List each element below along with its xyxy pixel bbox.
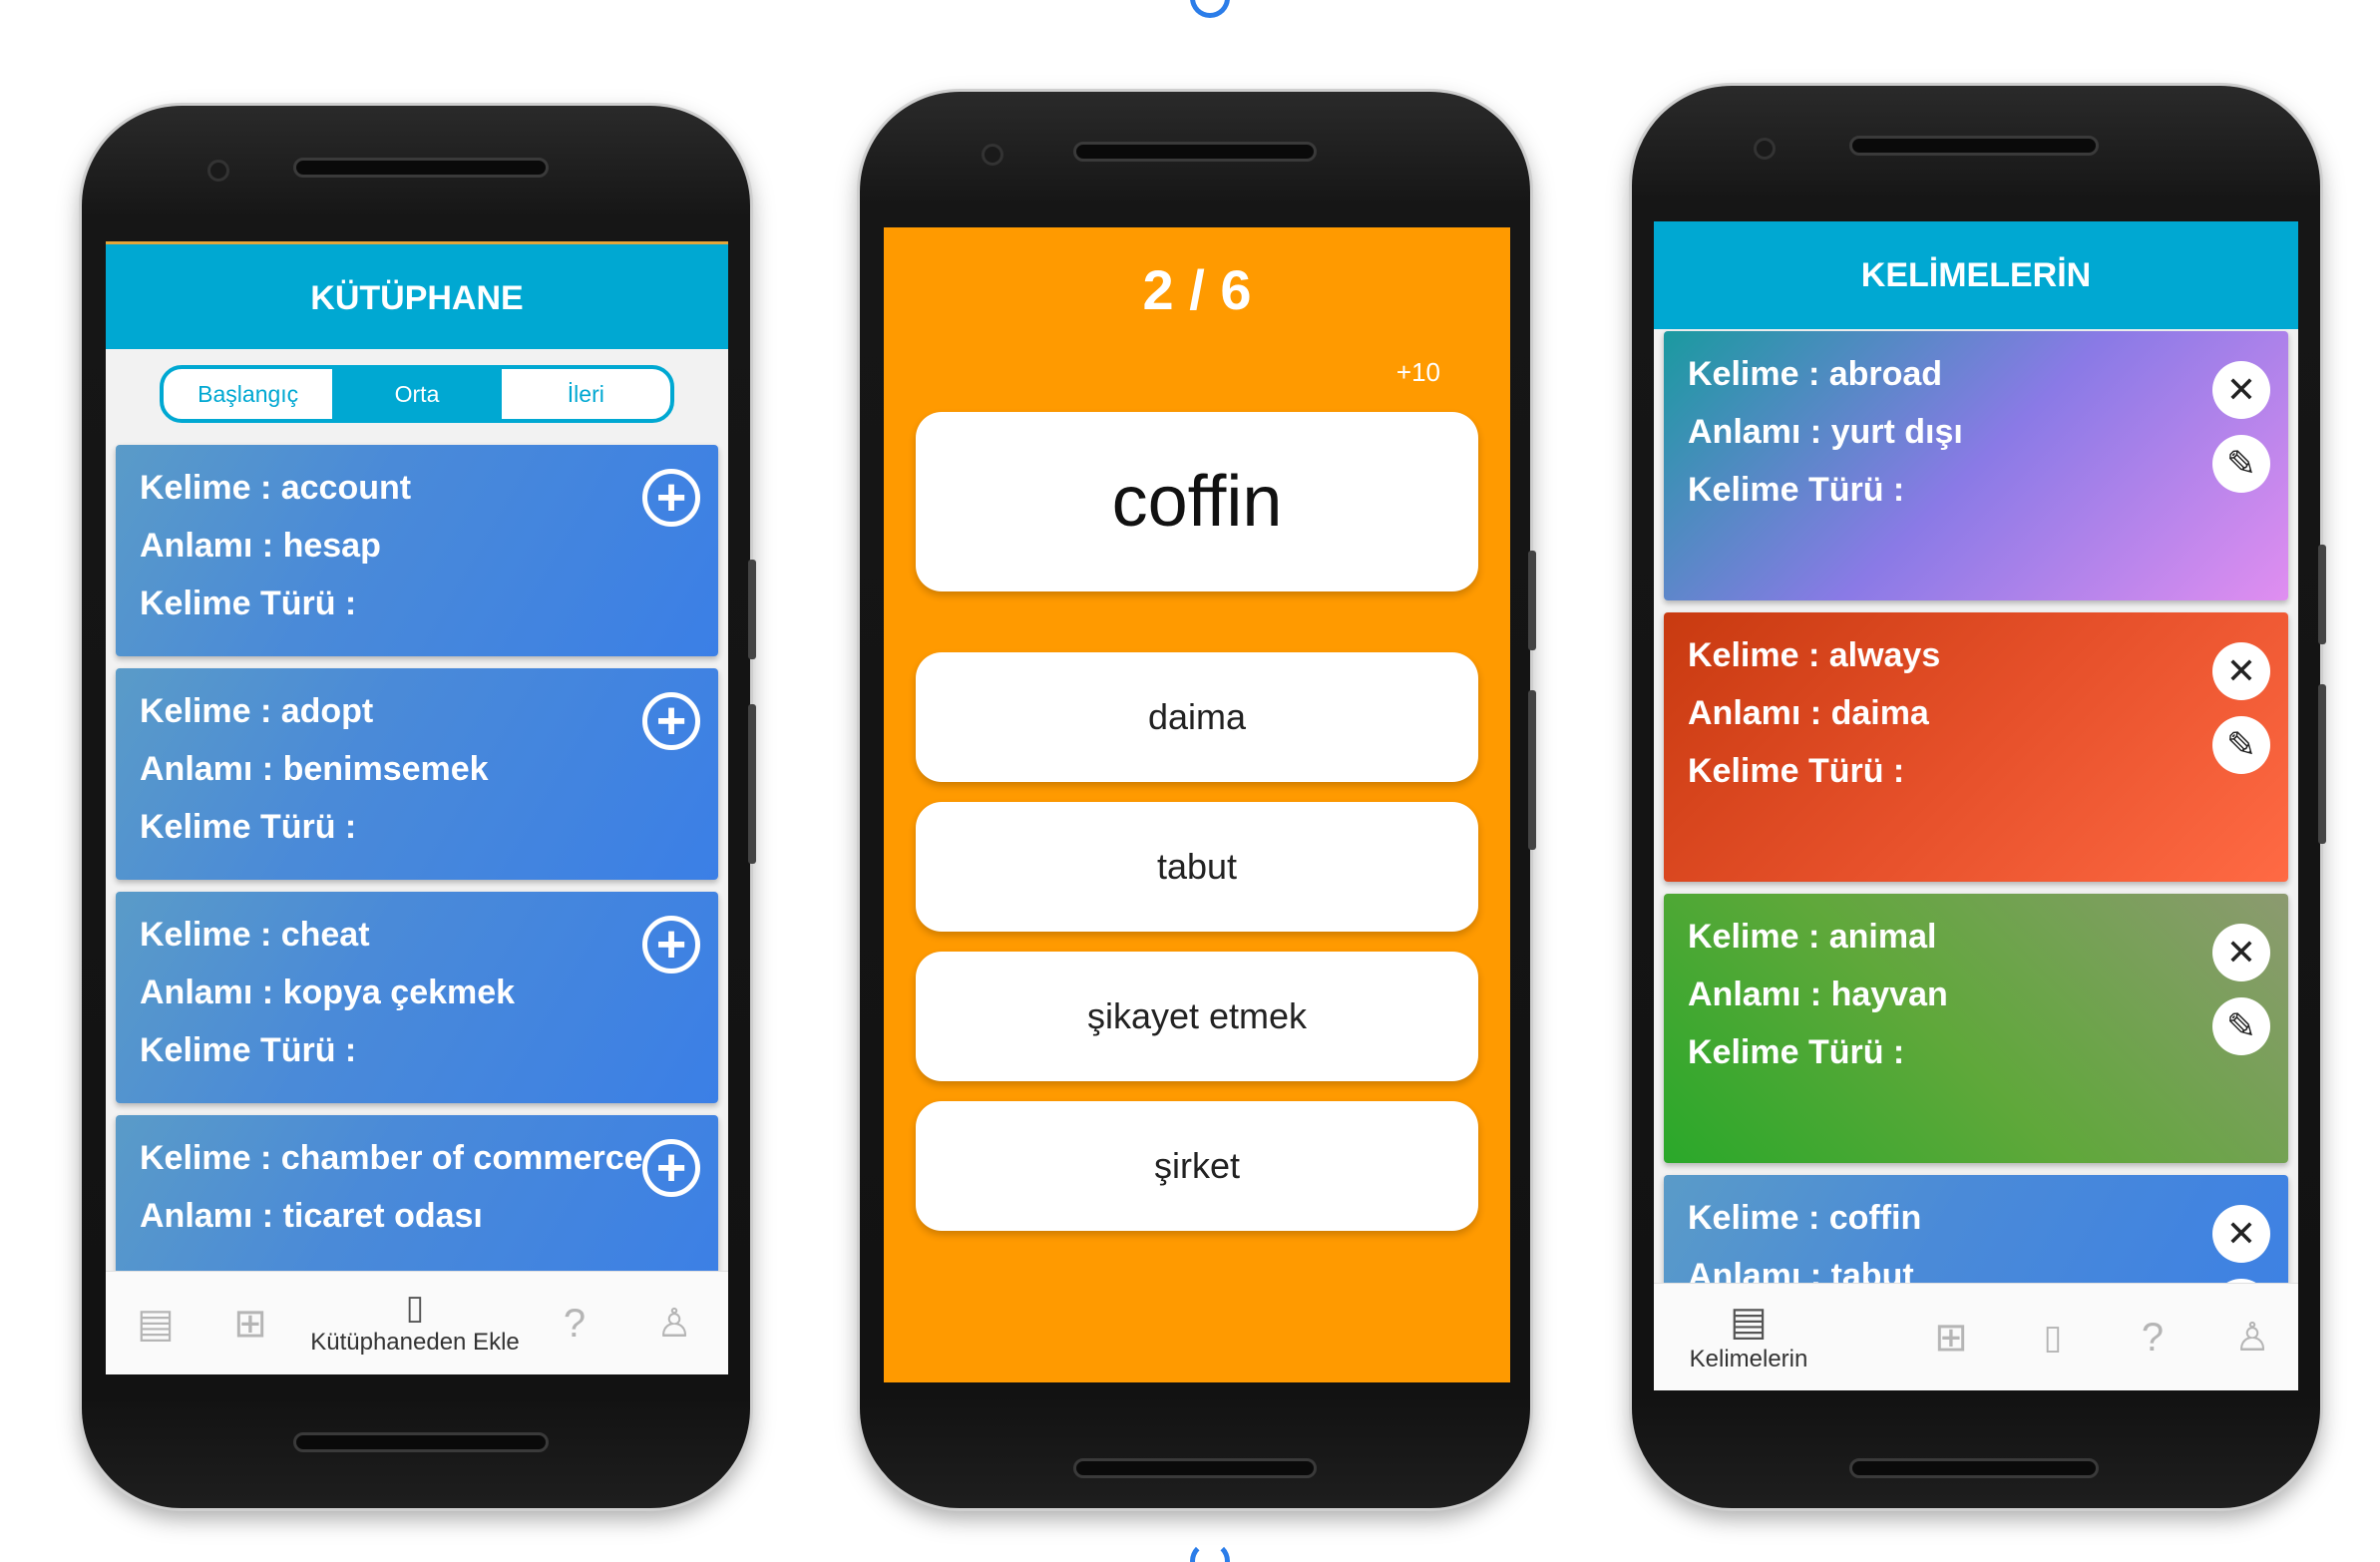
delete-word-button[interactable]: ✕ — [2212, 924, 2270, 981]
bottom-speaker — [1073, 1458, 1317, 1478]
front-camera — [1754, 138, 1776, 160]
list-icon: ▤ — [1730, 1299, 1768, 1344]
book-icon: ▯ — [405, 1288, 425, 1327]
level-selector: Başlangıç Orta İleri — [160, 365, 674, 423]
user-icon: ♙ — [2234, 1315, 2270, 1360]
earpiece-speaker — [293, 158, 549, 178]
delete-word-button[interactable]: ✕ — [2212, 1205, 2270, 1263]
add-word-button[interactable]: + — [642, 1139, 700, 1197]
word-label: Kelime : always — [1688, 636, 1941, 674]
meaning-label: Anlamı : ticaret odası — [140, 1197, 483, 1235]
word-label: Kelime : cheat — [140, 916, 370, 954]
word-type-label: Kelime Türü : — [1688, 752, 1905, 790]
phone-my-words: KELİMELERİN Kelime : abroad Anlamı : yur… — [1632, 86, 2326, 1508]
library-screen: KÜTÜPHANE Başlangıç Orta İleri Kelime : … — [106, 241, 728, 1374]
word-type-label: Kelime Türü : — [140, 1031, 357, 1069]
meaning-label: Anlamı : kopya çekmek — [140, 974, 516, 1011]
nav-help[interactable]: ? — [2123, 1284, 2182, 1390]
meaning-label: Anlamı : hayvan — [1688, 976, 1948, 1013]
word-card: Kelime : account Anlamı : hesap Kelime T… — [116, 445, 718, 656]
front-camera — [207, 160, 229, 182]
nav-profile[interactable]: ♙ — [2222, 1284, 2282, 1390]
side-button — [1528, 551, 1536, 650]
answer-option[interactable]: daima — [916, 652, 1478, 782]
page-title: KÜTÜPHANE — [106, 241, 728, 349]
word-type-label: Kelime Türü : — [140, 585, 357, 622]
word-type-label: Kelime Türü : — [140, 808, 357, 846]
word-label: Kelime : account — [140, 469, 412, 507]
side-button — [748, 560, 756, 659]
nav-library[interactable]: ▯ — [2023, 1284, 2083, 1390]
meaning-label: Anlamı : yurt dışı — [1688, 413, 1963, 451]
word-type-label: Kelime Türü : — [1688, 471, 1905, 509]
loading-spinner-bottom — [1190, 1541, 1230, 1562]
delete-word-button[interactable]: ✕ — [2212, 361, 2270, 419]
add-box-icon: ⊞ — [233, 1301, 267, 1346]
nav-library[interactable]: ▯ Kütüphaneden Ekle — [305, 1272, 525, 1374]
word-card: Kelime : cheat Anlamı : kopya çekmek Kel… — [116, 892, 718, 1103]
question-word: coffin — [916, 412, 1478, 591]
meaning-label: Anlamı : benimsemek — [140, 750, 489, 788]
question-progress: 2 / 6 — [1142, 258, 1252, 321]
tab-beginner[interactable]: Başlangıç — [164, 369, 332, 419]
quiz-screen: 2 / 6 +10 coffin daima tabut şikayet etm… — [884, 227, 1510, 1382]
answer-option[interactable]: şikayet etmek — [916, 952, 1478, 1081]
score-delta: +10 — [1395, 357, 1440, 387]
tab-advanced[interactable]: İleri — [502, 369, 670, 419]
word-label: Kelime : animal — [1688, 918, 1937, 956]
word-label: Kelime : chamber of commerce — [140, 1139, 643, 1177]
add-box-icon: ⊞ — [1934, 1315, 1968, 1360]
word-card: Kelime : adopt Anlamı : benimsemek Kelim… — [116, 668, 718, 880]
phone-library: KÜTÜPHANE Başlangıç Orta İleri Kelime : … — [82, 106, 756, 1508]
delete-word-button[interactable]: ✕ — [2212, 642, 2270, 700]
page-title: KELİMELERİN — [1654, 221, 2298, 329]
nav-my-words-label: Kelimelerin — [1689, 1345, 1808, 1372]
word-label: Kelime : adopt — [140, 692, 374, 730]
help-icon: ? — [2141, 1315, 2165, 1360]
bottom-speaker — [1849, 1458, 2099, 1478]
word-type-label: Kelime Türü : — [1688, 1033, 1905, 1071]
meaning-label: Anlamı : daima — [1688, 694, 1929, 732]
nav-my-words[interactable]: ▤ — [126, 1272, 186, 1374]
edit-word-button[interactable]: ✎ — [2212, 997, 2270, 1055]
word-card: Kelime : animal Anlamı : hayvan Kelime T… — [1664, 894, 2288, 1163]
help-icon: ? — [563, 1301, 587, 1346]
tab-intermediate[interactable]: Orta — [332, 369, 502, 419]
nav-profile[interactable]: ♙ — [644, 1272, 704, 1374]
front-camera — [982, 144, 1003, 166]
answer-option[interactable]: şirket — [916, 1101, 1478, 1231]
nav-add-word[interactable]: ⊞ — [1921, 1284, 1981, 1390]
side-button — [748, 704, 756, 864]
side-button — [1528, 690, 1536, 850]
bottom-speaker — [293, 1432, 549, 1452]
word-label: Kelime : coffin — [1688, 1199, 1922, 1237]
earpiece-speaker — [1849, 136, 2099, 156]
my-words-screen: KELİMELERİN Kelime : abroad Anlamı : yur… — [1654, 221, 2298, 1390]
nav-library-label: Kütüphaneden Ekle — [310, 1328, 520, 1356]
answer-option[interactable]: tabut — [916, 802, 1478, 932]
bottom-navigation: ▤ Kelimelerin ⊞ ▯ ? ♙ — [1654, 1283, 2298, 1390]
book-icon: ▯ — [2043, 1318, 2063, 1357]
edit-word-button[interactable]: ✎ — [2212, 435, 2270, 493]
word-card: Kelime : abroad Anlamı : yurt dışı Kelim… — [1664, 331, 2288, 600]
earpiece-speaker — [1073, 142, 1317, 162]
meaning-label: Anlamı : hesap — [140, 527, 381, 565]
add-word-button[interactable]: + — [642, 692, 700, 750]
word-label: Kelime : abroad — [1688, 355, 1943, 393]
phone-quiz: 2 / 6 +10 coffin daima tabut şikayet etm… — [860, 92, 1536, 1508]
nav-my-words[interactable]: ▤ Kelimelerin — [1674, 1284, 1823, 1390]
bottom-navigation: ▤ ⊞ ▯ Kütüphaneden Ekle ? ♙ — [106, 1271, 728, 1374]
nav-add-word[interactable]: ⊞ — [220, 1272, 280, 1374]
loading-spinner-top — [1190, 0, 1230, 18]
list-icon: ▤ — [137, 1301, 175, 1346]
side-button — [2318, 684, 2326, 844]
side-button — [2318, 545, 2326, 644]
add-word-button[interactable]: + — [642, 469, 700, 527]
nav-help[interactable]: ? — [545, 1272, 604, 1374]
user-icon: ♙ — [656, 1301, 692, 1346]
add-word-button[interactable]: + — [642, 916, 700, 974]
edit-word-button[interactable]: ✎ — [2212, 716, 2270, 774]
word-card: Kelime : always Anlamı : daima Kelime Tü… — [1664, 612, 2288, 882]
